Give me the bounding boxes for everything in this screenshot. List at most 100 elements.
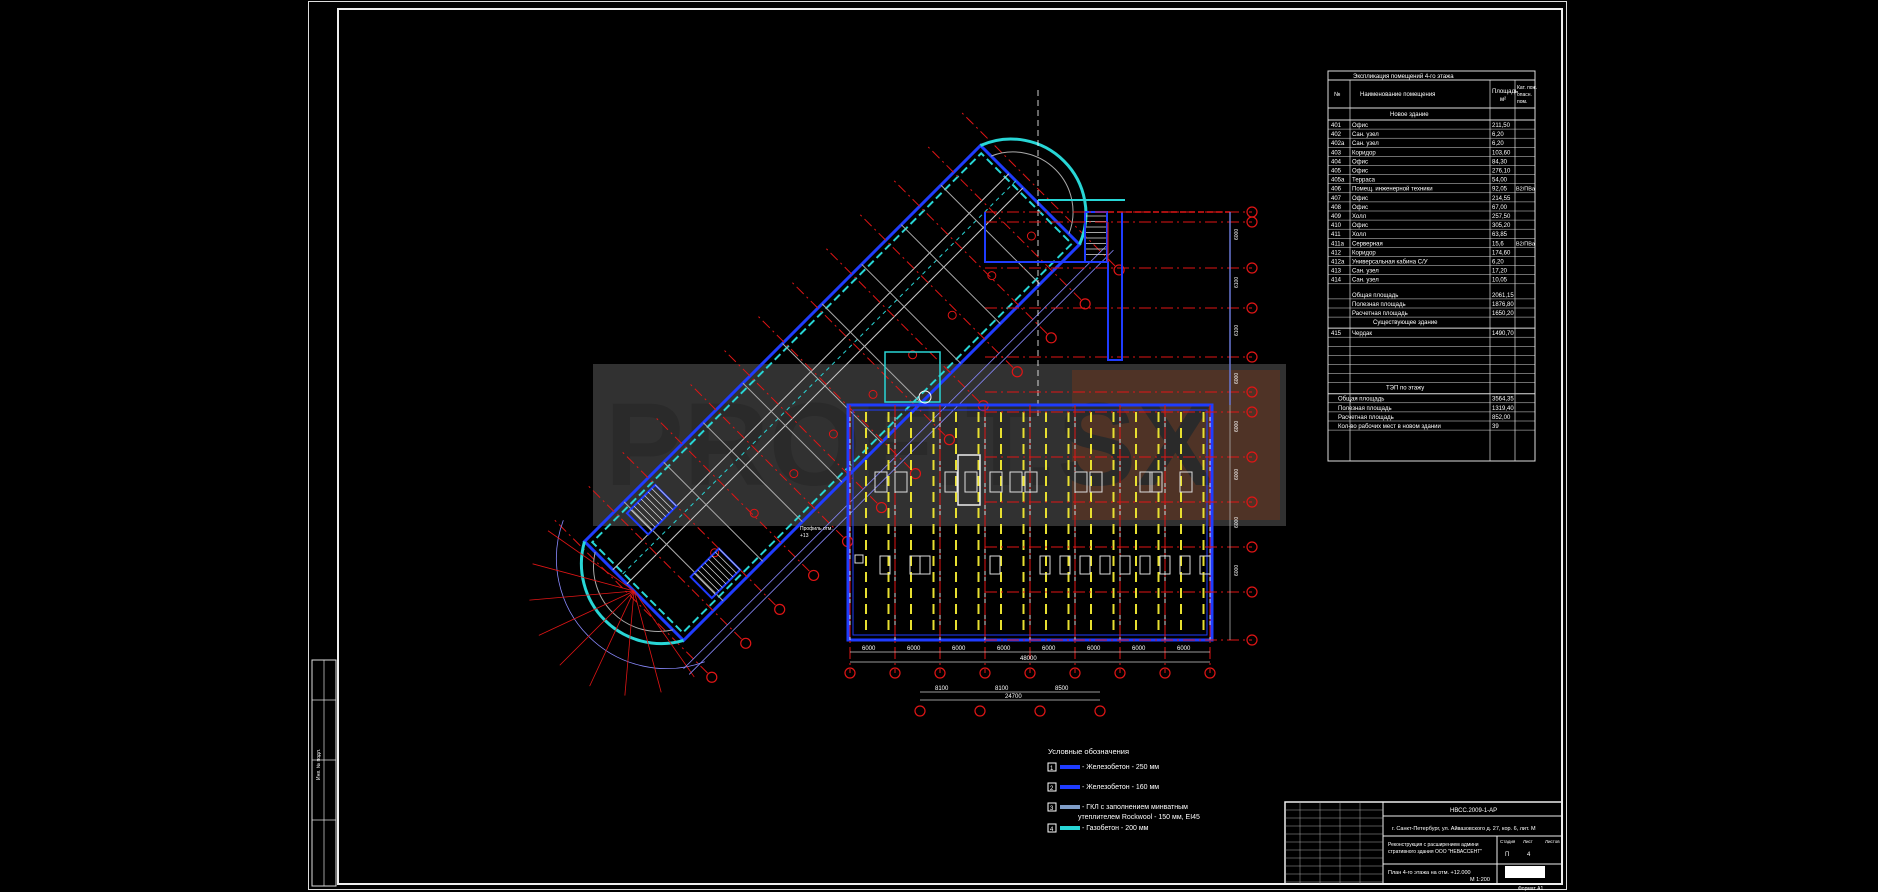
dim-label-vertical: 6000 [1234, 229, 1240, 240]
table-cell-num: 414 [1331, 278, 1342, 284]
table-cell-num: 405а [1331, 178, 1345, 184]
dim-label: 6000 [1177, 646, 1191, 652]
table-cell-num: 404 [1331, 159, 1342, 165]
equipment-box [989, 555, 1001, 575]
dim-label: 8100 [935, 686, 949, 692]
table-cell-name: Коридор [1352, 250, 1376, 256]
equipment-box [1119, 555, 1131, 575]
table-header-cat: опасн. [1517, 92, 1532, 98]
table-header-area: Площадь [1492, 89, 1518, 95]
table-cell-num: 402а [1331, 141, 1345, 147]
table-cell-name: Серверная [1352, 241, 1383, 247]
table-cell-name: Чердак [1352, 331, 1372, 337]
axis-marker [1094, 705, 1106, 717]
equipment-box [1099, 555, 1111, 575]
wing-partition [861, 263, 962, 364]
rotunda-radial-axis [559, 590, 635, 666]
table-tep-value: 3564,35 [1492, 397, 1514, 403]
table-cell-area: 174,60 [1492, 250, 1511, 256]
table-cell-name: Холл [1352, 214, 1367, 220]
legend-text: - Газобетон - 200 мм [1082, 824, 1149, 832]
title-block-stage-value: П [1505, 852, 1509, 858]
table-total-value: 1876,80 [1492, 302, 1514, 308]
dim-label: 8100 [995, 686, 1009, 692]
table-total-label: Полезная площадь [1352, 302, 1406, 308]
dim-label: 6000 [1042, 646, 1056, 652]
table-cell-area: 6,20 [1492, 132, 1504, 138]
table-cell-num: 402 [1331, 132, 1342, 138]
table-cell-name: Сан. узел [1352, 269, 1379, 275]
table-cell-name: Холл [1352, 232, 1367, 238]
title-block-sheet-title: План 4-го этажа на отм. +12.000 [1388, 870, 1471, 876]
title-block-sheets-label: Листов [1545, 839, 1560, 844]
axis-marker [1034, 705, 1046, 717]
wing-partition [940, 184, 1041, 285]
dim-label-vertical: 6000 [1234, 565, 1240, 576]
dim-label: 6000 [862, 646, 876, 652]
legend-text: - Железобетон - 160 мм [1082, 783, 1159, 791]
table-cell-area: 92,05 [1492, 187, 1508, 193]
equipment-box [1139, 555, 1151, 575]
table-cell-num: 413 [1331, 269, 1342, 275]
title-block-project: стративного здания ООО "НЕВАССЕНТ" [1388, 849, 1482, 855]
table-cell-num: 401 [1331, 123, 1342, 129]
title-block-sheet-label: Лист [1523, 839, 1533, 844]
table-tep-title: ТЭП по этажу [1386, 386, 1424, 392]
table-cell-name: Терраса [1352, 178, 1376, 184]
equipment-box [919, 555, 931, 575]
dim-label: 6000 [997, 646, 1011, 652]
table-cell-num: 411 [1331, 232, 1341, 238]
table-cell-name: Офис [1352, 205, 1368, 211]
left-stamp-label: Инв. № подл. [316, 749, 322, 780]
table-cell-area: 6,20 [1492, 260, 1504, 266]
table-cell-num: 406 [1331, 187, 1342, 193]
table-cell-cat: В2/ПВа [1516, 241, 1536, 247]
table-header-cat: Кат. пож. [1517, 85, 1537, 91]
table-total-value: 2061,15 [1492, 293, 1514, 299]
room-number-marker [908, 350, 918, 360]
table-total-label: Расчетная площадь [1352, 311, 1408, 317]
table-cell-name: Универсальная кабина С/У [1352, 260, 1428, 266]
table-cell-area: 84,30 [1492, 159, 1508, 165]
table-tep-value: 1319,40 [1492, 406, 1514, 412]
title-block-sheet-value: 4 [1527, 852, 1531, 858]
dim-label: 6000 [1087, 646, 1101, 652]
table-cell-area: 214,55 [1492, 196, 1511, 202]
rotunda-upper [979, 137, 1088, 246]
table-cell-area: 67,00 [1492, 205, 1508, 211]
table-header-area-unit: м² [1500, 97, 1506, 103]
title-block-stage-label: Стадия [1500, 839, 1516, 844]
legend-text: - Железобетон - 250 мм [1082, 763, 1159, 771]
dim-label: 8500 [1055, 686, 1069, 692]
wing-axis [891, 177, 1048, 334]
table-section-existing: Существующее здание [1373, 320, 1438, 326]
floor-plan-svg: PROFIT.SX 6000 6000 6000 6000 6000 6000 6000 60… [311, 70, 1563, 892]
title-block-project: Реконструкция с расширением админи [1388, 842, 1479, 848]
table-cell-num: 408 [1331, 205, 1342, 211]
room-number-marker [1026, 231, 1036, 241]
table-tep-label: Расчетная площадь [1338, 415, 1394, 421]
title-block-address: г. Санкт-Петербург, ул. Айвазовского д. … [1392, 825, 1536, 832]
table-cell-num: 405 [1331, 169, 1342, 175]
table-cell-name: Офис [1352, 169, 1368, 175]
dim-label-vertical: 6100 [1234, 277, 1240, 288]
axis-marker [914, 705, 926, 717]
room-number-marker [987, 271, 997, 281]
table-cell-num: 409 [1331, 214, 1342, 220]
table-total-label: Общая площадь [1352, 293, 1398, 299]
table-cell-name: Офис [1352, 159, 1368, 165]
table-cell-num: 411а [1331, 241, 1345, 247]
legend-title: Условные обозначения [1048, 747, 1129, 756]
table-cell-area: 103,60 [1492, 150, 1511, 156]
title-block-code: НВСС.2009-1-АР [1450, 808, 1497, 814]
table-cell-name: Офис [1352, 223, 1368, 229]
table-total-value: 1650,20 [1492, 311, 1514, 317]
equipment-box [854, 554, 864, 564]
table-cell-area: 1490,70 [1492, 331, 1514, 337]
table-tep-label: Кол-во рабочих мест в новом здании [1338, 424, 1441, 430]
table-cell-num: 407 [1331, 196, 1342, 202]
table-cell-area: 17,20 [1492, 269, 1508, 275]
table-header-num: № [1334, 91, 1340, 98]
table-cell-area: 211,50 [1492, 123, 1511, 129]
company-logo [1505, 866, 1545, 878]
